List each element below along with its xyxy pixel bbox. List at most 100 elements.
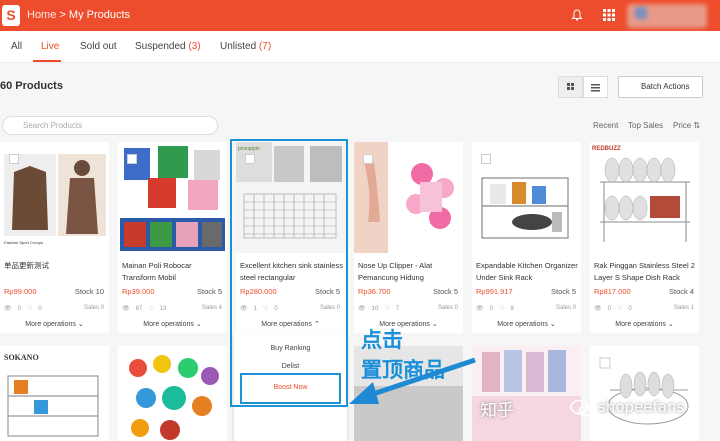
product-price: Rp36.700: [358, 287, 391, 296]
svg-text:REDBUZZ: REDBUZZ: [592, 146, 621, 152]
product-image: SOKANO: [0, 346, 109, 441]
grid-view-button[interactable]: [558, 76, 583, 98]
product-card[interactable]: REDBUZZ Rak Pinggan Stainless Steel 2 La…: [590, 142, 699, 333]
product-card[interactable]: Nose Up Clipper - Alat Pemancung Hidung …: [354, 142, 463, 333]
more-operations-button[interactable]: More operations ⌄: [0, 320, 109, 328]
select-checkbox[interactable]: [9, 154, 19, 164]
sort-price[interactable]: Price ⇅: [673, 121, 700, 130]
more-label: More operations: [261, 321, 312, 328]
list-view-icon: [591, 84, 600, 92]
status-tabs: All Live Sold out Suspended (3) Unlisted…: [0, 31, 720, 63]
shopee-logo[interactable]: S: [2, 5, 20, 26]
more-operations-button[interactable]: More operations ⌄: [118, 320, 227, 328]
chevron-down-icon: ⌄: [77, 321, 84, 328]
chevron-down-icon: ⌄: [195, 321, 202, 328]
sales-count: Sales 1: [673, 305, 694, 311]
product-card[interactable]: Expandable Kitchen Organizer Under Sink …: [472, 142, 581, 333]
more-operations-button[interactable]: More operations ⌄: [590, 320, 699, 328]
product-image: [118, 346, 227, 441]
tab-sold-out[interactable]: Sold out: [80, 41, 117, 52]
select-checkbox[interactable]: [481, 154, 491, 164]
product-stock: Stock 4: [668, 287, 694, 296]
product-card[interactable]: pineapple Excellent kitchen sink stainle…: [236, 142, 345, 333]
product-image: [590, 346, 699, 441]
sort-top-sales[interactable]: Top Sales: [628, 121, 663, 130]
tab-live[interactable]: Live: [41, 41, 59, 52]
buy-ranking-option[interactable]: Buy Ranking: [234, 345, 347, 352]
product-name: Nose Up Clipper - Alat Pemancung Hidung: [358, 261, 433, 282]
chevron-down-icon: ⌄: [667, 321, 674, 328]
breadcrumb-home[interactable]: Home: [27, 9, 56, 21]
tab-label: Live: [41, 41, 60, 52]
product-card[interactable]: SOKANO: [0, 346, 109, 441]
bell-icon[interactable]: [571, 9, 583, 21]
product-price: Rp280.000: [240, 287, 277, 296]
likes-count: 0: [274, 306, 278, 312]
tab-unlisted[interactable]: Unlisted (7): [220, 41, 271, 52]
sales-count: Sales 4: [201, 305, 222, 311]
product-name: Rak Pinggan Stainless Steel 2 Layer S Sh…: [594, 261, 695, 282]
apps-grid-icon[interactable]: [603, 9, 615, 21]
product-image: [472, 346, 581, 441]
svg-text:Fashion Sport Croops: Fashion Sport Croops: [4, 240, 43, 245]
eye-icon: 👁: [476, 306, 484, 312]
product-card[interactable]: [590, 346, 699, 441]
boost-now-option[interactable]: Boost Now: [234, 384, 347, 391]
svg-text:pineapple: pineapple: [238, 146, 260, 152]
more-operations-button[interactable]: More operations ⌄: [472, 320, 581, 328]
product-price: Rp39.000: [122, 287, 155, 296]
product-card[interactable]: [118, 346, 227, 441]
tab-label: All: [11, 41, 23, 52]
product-card[interactable]: [472, 346, 581, 441]
product-image: REDBUZZ: [590, 142, 699, 253]
more-label: More operations: [25, 321, 76, 328]
product-price: Rp99.000: [4, 287, 37, 296]
product-price: Rp991.917: [476, 287, 513, 296]
zhihu-watermark: 知乎: [480, 401, 514, 421]
sales-count: Sales 0: [319, 305, 340, 311]
heart-icon: ♡: [148, 306, 154, 312]
views-count: 0: [17, 306, 21, 312]
eye-icon: 👁: [594, 306, 602, 312]
account-watermark: shopeefans: [598, 398, 685, 416]
select-checkbox[interactable]: [245, 154, 255, 164]
product-name: Expandable Kitchen Organizer Under Sink …: [476, 261, 578, 282]
list-view-button[interactable]: [583, 76, 608, 98]
pointer-arrow: [349, 357, 476, 404]
delist-option[interactable]: Delist: [234, 363, 347, 370]
batch-actions-button[interactable]: Batch Actions: [618, 76, 703, 98]
product-stock: Stock 5: [196, 287, 222, 296]
breadcrumb-separator: >: [59, 9, 66, 21]
more-label: More operations: [615, 321, 666, 328]
tab-label: Unlisted: [220, 41, 257, 52]
tab-suspended[interactable]: Suspended (3): [135, 41, 201, 52]
product-stock: Stock 5: [314, 287, 340, 296]
tab-count: (3): [188, 41, 201, 52]
active-tab-underline: [33, 60, 61, 62]
tab-all[interactable]: All: [11, 41, 22, 52]
search-input[interactable]: Search Products: [2, 116, 218, 135]
product-card[interactable]: Mainan Poli Robocar Transform Mobil Rp39…: [118, 142, 227, 333]
views-count: 0: [607, 306, 611, 312]
select-checkbox[interactable]: [127, 154, 137, 164]
user-avatar[interactable]: [627, 4, 707, 28]
product-price: Rp817.000: [594, 287, 631, 296]
product-name: Excellent kitchen sink stainless steel r…: [240, 261, 343, 282]
sort-recent[interactable]: Recent: [593, 121, 618, 130]
likes-count: 9: [510, 306, 514, 312]
likes-count: 0: [38, 306, 42, 312]
svg-text:SOKANO: SOKANO: [4, 353, 39, 362]
top-bar: S Home > My Products: [0, 0, 720, 31]
select-checkbox[interactable]: [363, 154, 373, 164]
more-operations-button[interactable]: More operations ⌃: [236, 320, 345, 328]
more-label: More operations: [143, 321, 194, 328]
heart-icon: ♡: [26, 306, 33, 312]
heart-icon: ♡: [384, 306, 390, 312]
heart-icon: ♡: [262, 306, 269, 312]
views-count: 10: [371, 306, 379, 312]
product-stock: Stock 5: [432, 287, 458, 296]
eye-icon: 👁: [4, 306, 12, 312]
product-card[interactable]: Fashion Sport Croops 单品更新测试 Rp99.000 Sto…: [0, 142, 109, 333]
tab-label: Suspended: [135, 41, 186, 52]
eye-icon: 👁: [358, 306, 366, 312]
